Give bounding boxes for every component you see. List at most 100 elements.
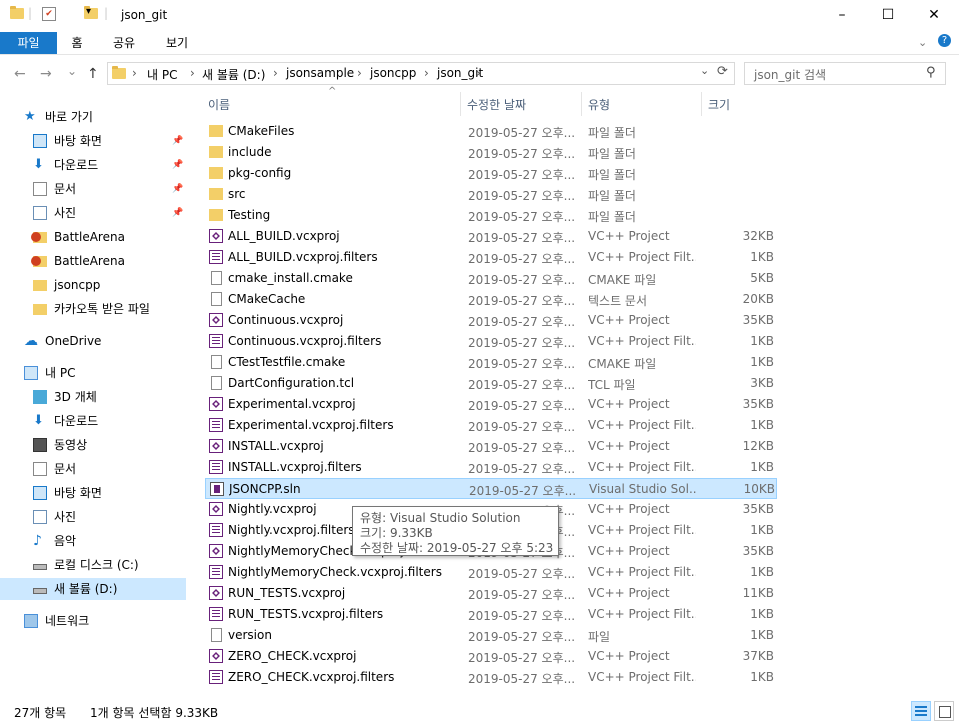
sidebar-item[interactable]: ☁ OneDrive [0, 330, 186, 352]
file-row[interactable]: CTestTestfile.cmake 2019-05-27 오후... CMAKE… [205, 352, 777, 373]
file-name: CMakeCache [228, 292, 306, 306]
column-divider[interactable] [460, 92, 461, 116]
file-date: 2019-05-27 오후... [468, 147, 576, 161]
sidebar-item[interactable]: 바탕 화면 [0, 482, 186, 504]
recent-locations-button[interactable]: ⌄ [67, 64, 77, 78]
customize-toolbar-icon[interactable]: ▾ [86, 6, 91, 17]
breadcrumb-jsonsample[interactable]: jsonsample [286, 66, 354, 80]
sidebar-item[interactable]: ⬇ 다운로드 [0, 410, 186, 432]
sidebar-item[interactable]: 사진 [0, 506, 186, 528]
file-row[interactable]: cmake_install.cmake 2019-05-27 오후... CMAKE… [205, 268, 777, 289]
sidebar-item[interactable]: 카카오톡 받은 파일 [0, 298, 186, 320]
file-row[interactable]: CMakeCache 2019-05-27 오후... 텍스트 문서 20KB [205, 289, 777, 310]
sidebar-item[interactable]: jsoncpp [0, 274, 186, 296]
file-type: 파일 [588, 630, 611, 644]
breadcrumb-pc[interactable]: 내 PC [147, 66, 177, 83]
breadcrumb-volume-d[interactable]: 새 볼륨 (D:) [202, 66, 265, 83]
search-box[interactable]: json_git 검색 ⚲ [744, 62, 946, 85]
file-row[interactable]: RUN_TESTS.vcxproj.filters 2019-05-27 오후..… [205, 604, 777, 625]
address-bar[interactable]: › 내 PC › 새 볼륨 (D:) › jsonsample › jsoncp… [107, 62, 735, 85]
search-input[interactable]: json_git 검색 [754, 66, 826, 83]
file-row[interactable]: pkg-config 2019-05-27 오후... 파일 폴더 [205, 163, 777, 184]
sidebar-item[interactable]: 동영상 [0, 434, 186, 456]
document-icon [211, 376, 222, 390]
file-row[interactable]: Continuous.vcxproj.filters 2019-05-27 오후.… [205, 331, 777, 352]
pin-icon[interactable]: 📌 [172, 130, 183, 152]
sidebar-item[interactable]: 사진 📌 [0, 202, 186, 224]
file-date: 2019-05-27 오후... [468, 399, 576, 413]
file-row[interactable]: JSONCPP.sln 2019-05-27 오후... Visual Studio… [205, 478, 777, 499]
tab-share[interactable]: 공유 [104, 32, 144, 54]
file-name: JSONCPP.sln [229, 482, 301, 496]
sidebar-item[interactable]: BattleArena [0, 226, 186, 248]
close-button[interactable]: ✕ [911, 0, 957, 30]
sidebar-item[interactable]: 네트워크 [0, 610, 186, 632]
file-row[interactable]: CMakeFiles 2019-05-27 오후... 파일 폴더 [205, 121, 777, 142]
navigation-pane: ★ 바로 가기 바탕 화면 📌 ⬇ 다운로드 📌 문서 📌 사진 📌 BattleArena Battl… [0, 96, 186, 700]
sidebar-item[interactable]: 바탕 화면 📌 [0, 130, 186, 152]
drive-icon [33, 588, 47, 594]
pin-icon[interactable]: 📌 [172, 178, 183, 200]
forward-button[interactable]: → [40, 66, 52, 82]
details-view-button[interactable] [911, 701, 931, 721]
file-row[interactable]: Experimental.vcxproj.filters 2019-05-27 오… [205, 415, 777, 436]
up-button[interactable]: ↑ [87, 66, 99, 82]
file-date: 2019-05-27 오후... [468, 609, 576, 623]
file-row[interactable]: version 2019-05-27 오후... 파일 1KB [205, 625, 777, 646]
sidebar-item[interactable]: 새 볼륨 (D:) [0, 578, 186, 600]
minimize-button[interactable]: – [819, 0, 865, 30]
sidebar-item[interactable]: ★ 바로 가기 [0, 106, 186, 128]
properties-icon[interactable]: ✔ [42, 7, 56, 21]
sidebar-item[interactable]: 문서 📌 [0, 178, 186, 200]
tab-file[interactable]: 파일 [0, 32, 57, 54]
sidebar-item[interactable]: 3D 개체 [0, 386, 186, 408]
item-count: 27개 항목 [14, 706, 67, 720]
sidebar-item[interactable]: ♪ 음악 [0, 530, 186, 552]
file-date: 2019-05-27 오후... [468, 462, 576, 476]
file-type: CMAKE 파일 [588, 357, 657, 371]
sidebar-item[interactable]: ⬇ 다운로드 📌 [0, 154, 186, 176]
file-row[interactable]: ALL_BUILD.vcxproj 2019-05-27 오후... VC++ Pr… [205, 226, 777, 247]
refresh-button[interactable]: ⟳ [717, 64, 728, 79]
file-row[interactable]: INSTALL.vcxproj 2019-05-27 오후... VC++ Proj… [205, 436, 777, 457]
column-name[interactable]: 이름 [208, 96, 230, 113]
sidebar-item[interactable]: 내 PC [0, 362, 186, 384]
breadcrumb-separator: › [190, 66, 195, 80]
sidebar-item[interactable]: 문서 [0, 458, 186, 480]
file-type: VC++ Project Filt... [588, 607, 696, 621]
chevron-down-icon[interactable]: ⌄ [700, 64, 709, 77]
file-row[interactable]: Experimental.vcxproj 2019-05-27 오후... VC++… [205, 394, 777, 415]
file-row[interactable]: ZERO_CHECK.vcxproj 2019-05-27 오후... VC++ P… [205, 646, 777, 667]
column-type[interactable]: 유형 [588, 96, 610, 113]
pin-icon[interactable]: 📌 [172, 202, 183, 224]
column-date[interactable]: 수정한 날짜 [467, 96, 526, 113]
tab-view[interactable]: 보기 [156, 32, 198, 54]
large-icons-view-button[interactable] [934, 701, 954, 721]
file-row[interactable]: INSTALL.vcxproj.filters 2019-05-27 오후... V… [205, 457, 777, 478]
file-date: 2019-05-27 오후... [468, 651, 576, 665]
file-row[interactable]: ZERO_CHECK.vcxproj.filters 2019-05-27 오후.… [205, 667, 777, 688]
sidebar-item[interactable]: 로컬 디스크 (C:) [0, 554, 186, 576]
pin-icon[interactable]: 📌 [172, 154, 183, 176]
tab-home[interactable]: 홈 [60, 32, 94, 54]
column-size[interactable]: 크기 [708, 96, 730, 113]
column-divider[interactable] [581, 92, 582, 116]
file-row[interactable]: DartConfiguration.tcl 2019-05-27 오후... TCL… [205, 373, 777, 394]
file-row[interactable]: include 2019-05-27 오후... 파일 폴더 [205, 142, 777, 163]
breadcrumb-jsoncpp[interactable]: jsoncpp [370, 66, 416, 80]
file-row[interactable]: Testing 2019-05-27 오후... 파일 폴더 [205, 205, 777, 226]
column-divider[interactable] [701, 92, 702, 116]
file-row[interactable]: NightlyMemoryCheck.vcxproj.filters 2019-0… [205, 562, 777, 583]
search-icon[interactable]: ⚲ [926, 65, 936, 80]
help-icon[interactable]: ? [938, 34, 951, 47]
sidebar-item[interactable]: BattleArena [0, 250, 186, 272]
chevron-down-icon[interactable]: ⌄ [918, 36, 927, 49]
maximize-button[interactable]: ☐ [865, 0, 911, 30]
file-type: VC++ Project Filt... [588, 460, 696, 474]
back-button[interactable]: ← [14, 66, 26, 82]
vcxproj-icon [209, 439, 223, 453]
file-row[interactable]: Continuous.vcxproj 2019-05-27 오후... VC++ P… [205, 310, 777, 331]
file-row[interactable]: src 2019-05-27 오후... 파일 폴더 [205, 184, 777, 205]
file-row[interactable]: ALL_BUILD.vcxproj.filters 2019-05-27 오후..… [205, 247, 777, 268]
file-row[interactable]: RUN_TESTS.vcxproj 2019-05-27 오후... VC++ Pr… [205, 583, 777, 604]
